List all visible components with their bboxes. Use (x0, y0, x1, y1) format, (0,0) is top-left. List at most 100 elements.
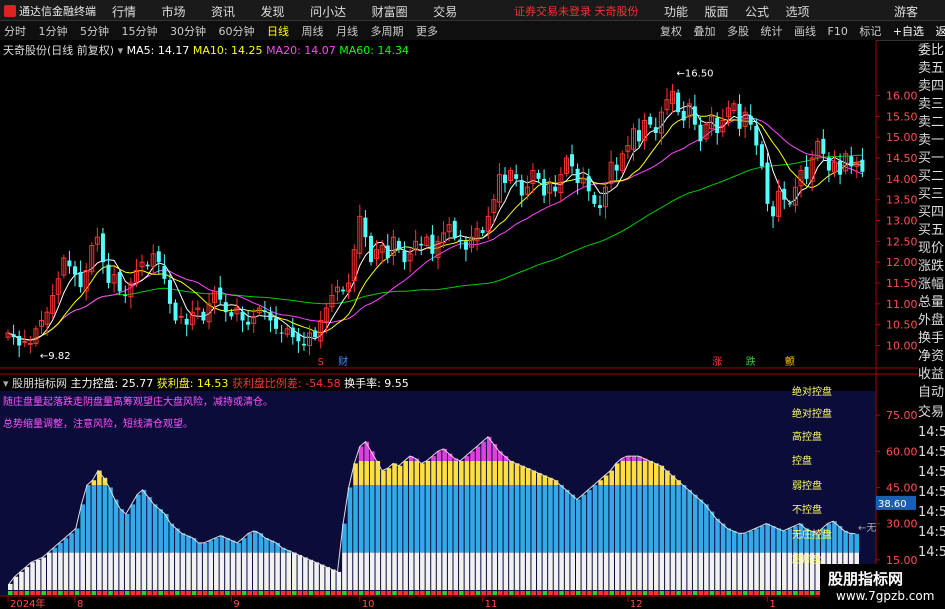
tab-more[interactable]: 更多 (416, 23, 438, 39)
side-panel-item: 14:5 (918, 485, 945, 500)
indicator-bar-high (653, 463, 659, 486)
indicator-base-tick (681, 591, 687, 595)
indicator-bar-low (63, 552, 69, 590)
candle-body (715, 117, 720, 133)
chart-area[interactable]: 16.00 15.50 15.00 14.50 14.00 13.50 13.00 12.50… (0, 40, 918, 609)
indicator-bar-low (576, 552, 581, 590)
tab-intraday[interactable]: 分时 (4, 23, 26, 39)
candle-body (145, 264, 150, 267)
menu-item-discover[interactable]: 发现 (261, 3, 285, 20)
indicator-base-tick (97, 591, 102, 595)
indicator-bar-low (676, 552, 681, 590)
guest-label[interactable]: 游客 (894, 3, 918, 20)
indicator-bar-mid (726, 528, 731, 553)
indicator-bar-low (653, 552, 659, 590)
indicator-bar-low (113, 552, 119, 590)
event-marker: 财 (338, 355, 348, 368)
menu-item-assistant[interactable]: 问小达 (310, 3, 346, 20)
candle-body (262, 310, 267, 313)
overlay-button[interactable]: 叠加 (694, 23, 716, 39)
f10-button[interactable]: F10 (828, 25, 848, 38)
login-notice[interactable]: 证券交易未登录 天奇股份 (514, 3, 639, 19)
indicator-base-tick (570, 591, 575, 595)
indicator-bar-mid (542, 485, 548, 553)
indicator-bar-low (598, 552, 603, 590)
indicator-base-tick (280, 591, 286, 595)
candle-body (229, 312, 234, 317)
tab-30min[interactable]: 30分钟 (170, 23, 206, 39)
indicator-bar-high (442, 460, 447, 486)
menu-item-wealth[interactable]: 财富圈 (372, 3, 408, 20)
y-tick-label: 13.00 (886, 215, 918, 228)
indicator-bar-low (459, 552, 464, 590)
multi-stock-button[interactable]: 多股 (727, 23, 749, 39)
tab-60min[interactable]: 60分钟 (219, 23, 255, 39)
y-tick-label: 75.00 (886, 409, 918, 422)
candle-body (240, 311, 245, 321)
menu-item-options[interactable]: 选项 (786, 3, 810, 20)
indicator-base-tick (353, 591, 358, 595)
menu-right: 功能 版面 公式 选项 (664, 3, 823, 20)
watermark: 股朋指标网 www.7gpzb.com (820, 564, 945, 609)
y-tick-label: 13.50 (886, 194, 918, 207)
indicator-bar-mid (420, 485, 425, 553)
candle-body (218, 287, 223, 300)
tab-monthly[interactable]: 月线 (336, 23, 358, 39)
indicator-bar-mid (832, 521, 837, 553)
add-watchlist-button[interactable]: +自选 (893, 23, 924, 39)
menu-item-trade[interactable]: 交易 (433, 3, 457, 20)
indicator-bar-mid (425, 485, 431, 553)
tab-1min[interactable]: 1分钟 (39, 23, 68, 39)
indicator-bar-high (503, 460, 509, 486)
indicator-bar-low (375, 552, 381, 590)
side-panel-item: 14:5 (918, 445, 945, 460)
menu-item-function[interactable]: 功能 (664, 3, 688, 20)
back-button[interactable]: 返回 (936, 23, 945, 39)
indicator-bar-high (614, 463, 620, 486)
indicator-bar-low (24, 567, 30, 590)
draw-line-button[interactable]: 画线 (794, 23, 816, 39)
y-tick-label: 16.00 (886, 90, 918, 103)
y-tick-label: 10.00 (886, 340, 918, 353)
indicator-name[interactable]: 股朋指标网 (12, 377, 67, 390)
restore-rights-button[interactable]: 复权 (660, 23, 682, 39)
menu-item-formula[interactable]: 公式 (745, 3, 769, 20)
indicator-bar-mid (776, 528, 782, 553)
indicator-bar-mid (592, 485, 598, 553)
indicator-base-tick (459, 591, 464, 595)
dropdown-circle-icon[interactable]: ▾ (118, 44, 124, 57)
side-panel-item: 14:5 (918, 425, 945, 440)
indicator-base-tick (397, 591, 403, 595)
indicator-bar-mid (431, 485, 436, 553)
statistics-button[interactable]: 统计 (761, 23, 783, 39)
menu-item-quotes[interactable]: 行情 (112, 3, 136, 20)
indicator-bar-mid (525, 485, 531, 553)
candle-body (178, 315, 184, 318)
menu-item-market[interactable]: 市场 (162, 3, 186, 20)
indicator-base-tick (214, 591, 219, 595)
indicator-bar-low (219, 552, 225, 590)
mark-button[interactable]: 标记 (859, 23, 881, 39)
indicator-bar-low (759, 552, 765, 590)
indicator-bar-low (152, 552, 158, 590)
tab-multi-period[interactable]: 多周期 (371, 23, 404, 39)
indicator-bar-low (208, 552, 214, 590)
tab-daily[interactable]: 日线 (267, 23, 289, 39)
indicator-bar-mid (108, 487, 113, 553)
candle-body (67, 260, 72, 267)
side-panel-item: 自动 (918, 385, 945, 400)
indicator-bar-mid (631, 485, 637, 553)
candle-body (692, 106, 697, 125)
menu-item-news[interactable]: 资讯 (211, 3, 235, 20)
tab-15min[interactable]: 15分钟 (122, 23, 158, 39)
menu-item-layout[interactable]: 版面 (705, 3, 729, 20)
tab-weekly[interactable]: 周线 (302, 23, 324, 39)
candle-body (614, 164, 619, 171)
indicator-bar-mid (737, 533, 743, 553)
side-panel-item: 现价 (918, 241, 945, 256)
indicator-bar-low (319, 564, 325, 590)
dropdown-circle-icon[interactable]: ▾ (3, 377, 9, 390)
candle-body (748, 115, 753, 125)
tab-5min[interactable]: 5分钟 (80, 23, 109, 39)
indicator-bar-low (726, 552, 731, 590)
